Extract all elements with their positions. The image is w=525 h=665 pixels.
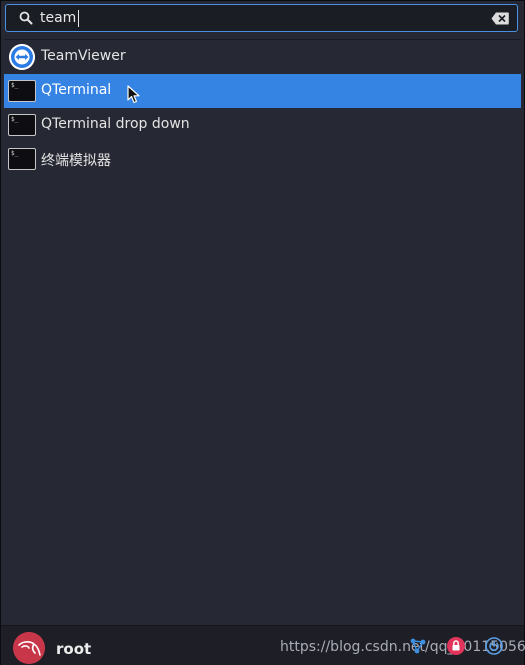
- result-label: 终端模拟器: [41, 153, 111, 169]
- settings-network-button[interactable]: [409, 637, 427, 655]
- result-item-qterminal-drop-down[interactable]: $_ QTerminal drop down: [4, 108, 521, 142]
- lock-screen-button[interactable]: [447, 637, 465, 655]
- lock-icon: [447, 637, 465, 655]
- user-avatar: [13, 632, 45, 664]
- app-launcher-window: TeamViewer $_ QTerminal $_ QTerminal dro…: [0, 0, 525, 665]
- text-caret: [78, 10, 79, 27]
- search-bar[interactable]: [5, 4, 518, 32]
- result-item-qterminal[interactable]: $_ QTerminal: [4, 74, 521, 108]
- launcher-footer: root https://blog.csdn.net/qq_40115056: [1, 625, 525, 665]
- result-label: QTerminal: [41, 82, 112, 98]
- username-label: root: [56, 640, 92, 658]
- search-icon: [19, 11, 33, 25]
- settings-network-icon: [410, 638, 426, 654]
- result-item-terminal-emulator[interactable]: $_ 终端模拟器: [4, 142, 521, 176]
- result-label: TeamViewer: [41, 48, 126, 64]
- power-button[interactable]: [485, 637, 503, 655]
- teamviewer-icon: [9, 44, 35, 70]
- search-results-list: TeamViewer $_ QTerminal $_ QTerminal dro…: [4, 39, 521, 625]
- terminal-icon: $_: [8, 80, 36, 102]
- terminal-icon: $_: [8, 114, 36, 136]
- terminal-icon: $_: [8, 148, 36, 170]
- kali-dragon-icon: [13, 632, 45, 664]
- result-item-teamviewer[interactable]: TeamViewer: [4, 40, 521, 74]
- result-label: QTerminal drop down: [41, 116, 190, 132]
- clear-search-icon[interactable]: [491, 12, 509, 25]
- search-input[interactable]: [40, 8, 470, 28]
- power-icon: [485, 637, 503, 655]
